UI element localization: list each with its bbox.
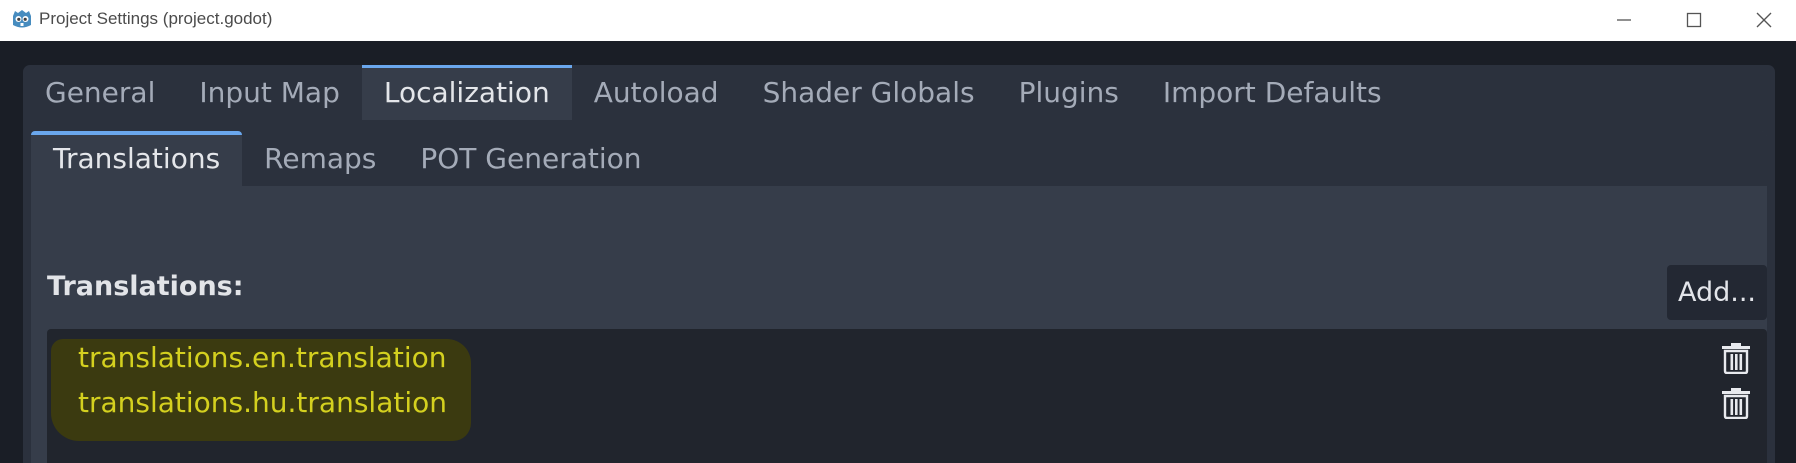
tab-autoload[interactable]: Autoload [572,65,741,120]
subtab-remaps[interactable]: Remaps [242,131,398,186]
tab-label: Localization [383,76,550,109]
subtab-label: POT Generation [420,142,642,175]
main-tab-bar: General Input Map Localization Autoload … [23,65,1404,120]
tab-localization[interactable]: Localization [361,65,572,120]
tab-plugins[interactable]: Plugins [997,65,1141,120]
trash-icon[interactable] [1721,387,1751,419]
list-item[interactable]: translations.en.translation [47,335,1767,381]
tab-label: Import Defaults [1162,76,1382,109]
translations-list: translations.en.translation translations… [47,329,1767,463]
localization-tab-bar: Translations Remaps POT Generation [31,131,1767,186]
maximize-button[interactable] [1669,4,1719,36]
tab-label: Autoload [593,76,719,109]
translation-file-label: translations.en.translation [78,341,447,374]
tab-general[interactable]: General [23,65,177,120]
tab-label: Input Map [199,76,340,109]
tab-input-map[interactable]: Input Map [177,65,362,120]
tab-label: Shader Globals [762,76,975,109]
close-button[interactable] [1739,4,1789,36]
subtab-translations[interactable]: Translations [31,131,243,186]
close-icon [1756,12,1772,28]
add-translation-button[interactable]: Add... [1667,265,1767,320]
tab-label: General [45,76,156,109]
subtab-label: Translations [53,142,221,175]
localization-panel: Translations Remaps POT Generation Trans… [31,131,1767,463]
maximize-icon [1686,12,1702,28]
subtab-label: Remaps [264,142,377,175]
tab-label: Plugins [1018,76,1119,109]
list-item[interactable]: translations.hu.translation [47,380,1767,426]
trash-icon[interactable] [1721,342,1751,374]
godot-icon [13,10,31,28]
project-settings-dialog: General Input Map Localization Autoload … [23,65,1775,463]
minimize-button[interactable] [1599,4,1649,36]
translation-file-label: translations.hu.translation [78,386,447,419]
tab-import-defaults[interactable]: Import Defaults [1141,65,1404,120]
subtab-pot-generation[interactable]: POT Generation [398,131,663,186]
window-titlebar: Project Settings (project.godot) [0,0,1796,41]
minimize-icon [1617,19,1631,21]
tab-shader-globals[interactable]: Shader Globals [741,65,997,120]
translations-heading: Translations: [47,271,244,302]
window-title: Project Settings (project.godot) [39,9,273,28]
